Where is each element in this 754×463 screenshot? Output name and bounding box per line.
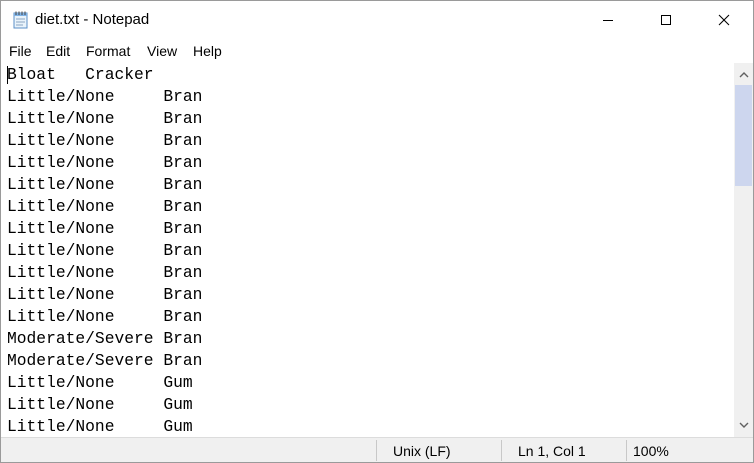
- vertical-scrollbar[interactable]: [734, 63, 753, 437]
- text-line: Little/None Bran: [7, 175, 203, 194]
- text-line: Little/None Bran: [7, 219, 203, 238]
- window-title: diet.txt - Notepad: [35, 11, 150, 28]
- line-ending-status: Unix (LF): [393, 443, 451, 459]
- chevron-down-icon: [739, 416, 749, 434]
- zoom-status: 100%: [633, 443, 669, 459]
- text-line: Moderate/Severe Bran: [7, 329, 203, 348]
- text-line: Bloat Cracker: [7, 65, 154, 84]
- menu-help[interactable]: Help: [193, 43, 222, 59]
- cursor-position-status: Ln 1, Col 1: [518, 443, 586, 459]
- text-line: Little/None Gum: [7, 373, 193, 392]
- menu-bar: File Edit Format View Help: [1, 39, 753, 63]
- text-line: Little/None Bran: [7, 109, 203, 128]
- close-button[interactable]: [695, 1, 753, 39]
- scroll-thumb[interactable]: [735, 85, 752, 186]
- status-divider: [376, 440, 377, 461]
- text-line: Little/None Bran: [7, 285, 203, 304]
- text-line: Little/None Bran: [7, 153, 203, 172]
- notepad-window: diet.txt - Notepad File Edit Format View…: [0, 0, 754, 463]
- scroll-down-button[interactable]: [734, 415, 753, 435]
- maximize-icon: [660, 14, 672, 26]
- status-divider: [501, 440, 502, 461]
- status-bar: Unix (LF) Ln 1, Col 1 100%: [1, 437, 753, 462]
- scroll-up-button[interactable]: [734, 64, 753, 84]
- menu-edit[interactable]: Edit: [46, 43, 70, 59]
- text-editor[interactable]: Bloat Cracker Little/None Bran Little/No…: [1, 63, 734, 437]
- text-line: Moderate/Severe Bran: [7, 351, 203, 370]
- text-line: Little/None Gum: [7, 395, 193, 414]
- notepad-icon: [13, 11, 28, 29]
- minimize-icon: [602, 14, 614, 26]
- text-line: Little/None Bran: [7, 307, 203, 326]
- text-line: Little/None Bran: [7, 241, 203, 260]
- menu-format[interactable]: Format: [86, 43, 130, 59]
- maximize-button[interactable]: [637, 1, 695, 39]
- title-bar[interactable]: diet.txt - Notepad: [1, 1, 753, 39]
- status-divider: [626, 440, 627, 461]
- text-line: Little/None Bran: [7, 263, 203, 282]
- close-icon: [718, 14, 730, 26]
- menu-file[interactable]: File: [9, 43, 32, 59]
- minimize-button[interactable]: [579, 1, 637, 39]
- chevron-up-icon: [739, 65, 749, 83]
- menu-view[interactable]: View: [147, 43, 177, 59]
- text-caret: [7, 66, 8, 84]
- text-line: Little/None Gum: [7, 417, 193, 436]
- text-line: Little/None Bran: [7, 131, 203, 150]
- text-line: Little/None Bran: [7, 197, 203, 216]
- text-line: Little/None Bran: [7, 87, 203, 106]
